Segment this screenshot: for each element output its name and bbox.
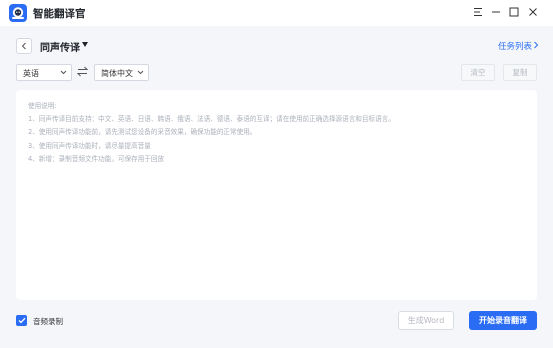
instruction-line: 3、使用同声传译功能时，请尽量提高音量 <box>28 141 151 150</box>
chevron-right-icon[interactable] <box>533 41 539 49</box>
mode-title[interactable]: 同声传译 <box>40 39 80 54</box>
usage-instructions: 使用说明: 1、同声传译目前支持：中文、英语、日语、韩语、俄语、法语、德语、泰语… <box>28 100 395 166</box>
clear-button[interactable]: 清空 <box>461 64 495 81</box>
app-title: 智能翻译官 <box>33 8 86 20</box>
record-audio-label[interactable]: 音频录制 <box>33 316 63 327</box>
copy-button[interactable]: 复制 <box>503 64 537 81</box>
target-language-value: 简体中文 <box>101 69 133 78</box>
close-icon[interactable] <box>525 4 541 20</box>
back-button[interactable] <box>16 38 32 54</box>
chevron-down-icon <box>60 70 67 75</box>
minimize-icon[interactable] <box>488 4 504 20</box>
swap-languages-icon[interactable] <box>77 66 88 77</box>
record-audio-checkbox[interactable] <box>16 315 27 326</box>
instruction-line: 4、新增：录制音频文件功能，可保存用于回放 <box>28 154 165 163</box>
app-logo-icon <box>9 4 27 22</box>
generate-word-button[interactable]: 生成Word <box>398 311 454 330</box>
check-icon <box>18 317 25 324</box>
translation-text-area[interactable]: 使用说明: 1、同声传译目前支持：中文、英语、日语、韩语、俄语、法语、德语、泰语… <box>16 90 537 300</box>
title-bar: 智能翻译官 <box>0 0 553 26</box>
target-language-select[interactable]: 简体中文 <box>94 64 149 81</box>
instruction-line: 2、使用同声传译功能前，请先测试您设备的采音效果，确保功能的正常使用。 <box>28 128 257 137</box>
source-language-select[interactable]: 英语 <box>16 64 72 81</box>
menu-icon[interactable] <box>470 4 486 20</box>
instructions-heading: 使用说明: <box>28 102 57 110</box>
start-recording-translation-button[interactable]: 开始录音翻译 <box>469 311 537 330</box>
chevron-left-icon <box>21 42 26 50</box>
caret-down-icon[interactable] <box>82 42 88 47</box>
task-list-link[interactable]: 任务列表 <box>498 40 532 52</box>
source-language-value: 英语 <box>23 69 39 78</box>
maximize-icon[interactable] <box>506 4 522 20</box>
instruction-line: 1、同声传译目前支持：中文、英语、日语、韩语、俄语、法语、德语、泰语的互译；请在… <box>28 115 395 124</box>
chevron-down-icon <box>137 70 144 75</box>
